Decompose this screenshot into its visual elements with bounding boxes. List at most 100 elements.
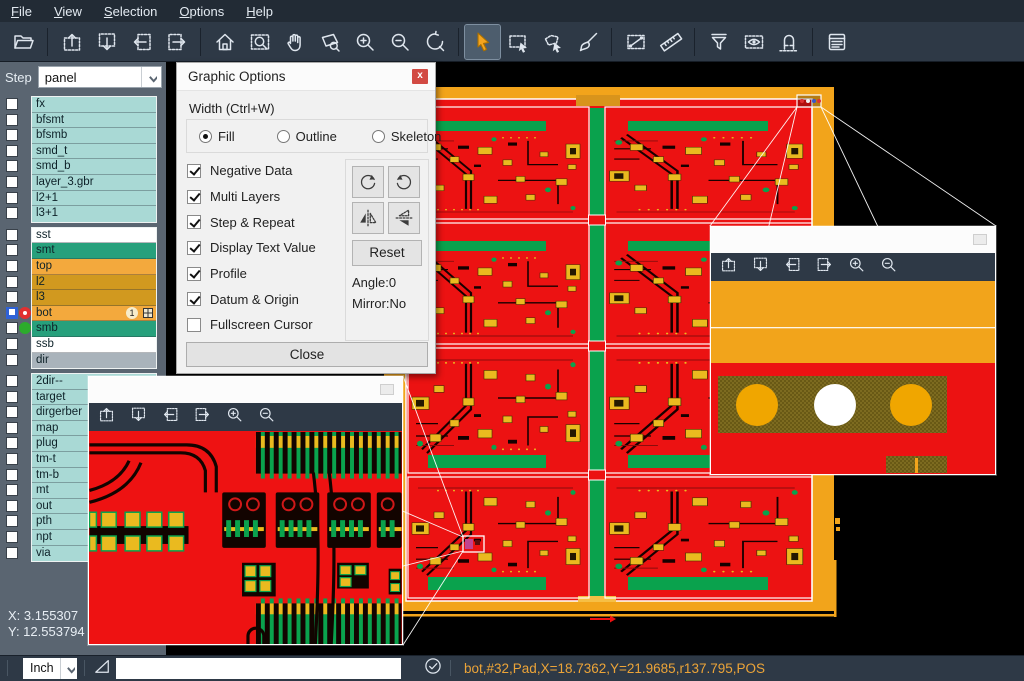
layer-row-l3+1[interactable]: l3+1 xyxy=(32,206,156,222)
layer-visibility-checkbox[interactable] xyxy=(6,406,18,418)
rotate-cw-button[interactable] xyxy=(352,166,384,198)
select-cursor-button[interactable] xyxy=(465,25,500,59)
brush-button[interactable] xyxy=(570,25,605,59)
report-button[interactable] xyxy=(819,25,854,59)
layer-row-fx[interactable]: fx xyxy=(32,97,156,113)
window-button-icon[interactable] xyxy=(380,384,394,395)
pan-right-button[interactable] xyxy=(159,25,194,59)
layer-row-dir[interactable]: dir xyxy=(32,353,156,369)
zoom-previous-button[interactable] xyxy=(417,25,452,59)
home-button[interactable] xyxy=(207,25,242,59)
menu-item-view[interactable]: View xyxy=(43,4,93,19)
pan-left-button[interactable] xyxy=(161,405,180,429)
layer-visibility-checkbox[interactable] xyxy=(6,531,18,543)
layer-visibility-checkbox[interactable] xyxy=(6,98,18,110)
layer-visibility-checkbox[interactable] xyxy=(6,276,18,288)
layer-visibility-checkbox[interactable] xyxy=(6,307,18,319)
dialog-title[interactable]: Graphic Options xyxy=(177,63,435,91)
magnifier-1-view[interactable] xyxy=(89,431,402,644)
layer-visibility-checkbox[interactable] xyxy=(6,354,18,366)
pan-left-button[interactable] xyxy=(124,25,159,59)
layer-visibility-checkbox[interactable] xyxy=(6,129,18,141)
layer-row-smb[interactable]: smb xyxy=(32,321,156,337)
layer-visibility-checkbox[interactable] xyxy=(6,192,18,204)
layer-row-layer_3.gbr[interactable]: layer_3.gbr xyxy=(32,175,156,191)
layer-visibility-checkbox[interactable] xyxy=(6,291,18,303)
rotate-ccw-button[interactable] xyxy=(388,166,420,198)
layer-visibility-checkbox[interactable] xyxy=(6,500,18,512)
zoom-out-button[interactable] xyxy=(879,255,898,279)
layer-visibility-checkbox[interactable] xyxy=(6,375,18,387)
menu-item-file[interactable]: File xyxy=(0,4,43,19)
layer-visibility-checkbox[interactable] xyxy=(6,484,18,496)
pan-down-button[interactable] xyxy=(129,405,148,429)
step-select[interactable]: panel xyxy=(38,66,162,88)
dialog-close-button[interactable]: x xyxy=(412,69,428,84)
radio-fill[interactable]: Fill xyxy=(199,129,235,144)
zoom-out-button[interactable] xyxy=(382,25,417,59)
select-rect-button[interactable] xyxy=(500,25,535,59)
zoom-area-button[interactable] xyxy=(242,25,277,59)
layer-visibility-checkbox[interactable] xyxy=(6,176,18,188)
pan-up-button[interactable] xyxy=(97,405,116,429)
zoom-in-button[interactable] xyxy=(847,255,866,279)
layer-visibility-checkbox[interactable] xyxy=(6,515,18,527)
pan-hand-button[interactable] xyxy=(277,25,312,59)
measure-diagonal-button[interactable] xyxy=(618,25,653,59)
layer-visibility-checkbox[interactable] xyxy=(6,453,18,465)
pan-left-button[interactable] xyxy=(783,255,802,279)
layer-visibility-checkbox[interactable] xyxy=(6,145,18,157)
mirror-vertical-button[interactable] xyxy=(388,202,420,234)
layer-visibility-checkbox[interactable] xyxy=(6,207,18,219)
select-polygon-button[interactable] xyxy=(535,25,570,59)
layer-visibility-checkbox[interactable] xyxy=(6,469,18,481)
angle-tool-icon[interactable] xyxy=(92,656,112,681)
menu-item-options[interactable]: Options xyxy=(168,4,235,19)
checkbox-profile[interactable]: Profile xyxy=(187,261,347,287)
radio-skeleton[interactable]: Skeleton xyxy=(372,129,442,144)
layer-row-sst[interactable]: sst xyxy=(32,228,156,244)
unit-select[interactable]: Inch xyxy=(23,658,77,679)
mirror-horizontal-button[interactable] xyxy=(352,202,384,234)
pan-up-button[interactable] xyxy=(54,25,89,59)
layer-visibility-checkbox[interactable] xyxy=(6,322,18,334)
checkbox-multi-layers[interactable]: Multi Layers xyxy=(187,184,347,210)
open-folder-button[interactable] xyxy=(6,25,41,59)
menu-item-selection[interactable]: Selection xyxy=(93,4,168,19)
zoom-out-button[interactable] xyxy=(257,405,276,429)
layer-row-bot[interactable]: bot1 xyxy=(32,306,156,322)
apply-icon[interactable] xyxy=(423,656,443,681)
layer-visibility-checkbox[interactable] xyxy=(6,160,18,172)
layer-row-smd_b[interactable]: smd_b xyxy=(32,159,156,175)
layer-visibility-checkbox[interactable] xyxy=(6,260,18,272)
layer-row-bfsmb[interactable]: bfsmb xyxy=(32,128,156,144)
layer-visibility-checkbox[interactable] xyxy=(6,244,18,256)
zoom-in-button[interactable] xyxy=(225,405,244,429)
checkbox-negative-data[interactable]: Negative Data xyxy=(187,158,347,184)
layer-row-l3[interactable]: l3 xyxy=(32,290,156,306)
command-input[interactable] xyxy=(116,658,401,679)
reset-button[interactable]: Reset xyxy=(352,240,422,266)
pan-down-button[interactable] xyxy=(751,255,770,279)
layer-row-l2[interactable]: l2 xyxy=(32,275,156,291)
layer-row-bfsmt[interactable]: bfsmt xyxy=(32,113,156,129)
layer-row-ssb[interactable]: ssb xyxy=(32,337,156,353)
ruler-button[interactable] xyxy=(653,25,688,59)
layer-row-top[interactable]: top xyxy=(32,259,156,275)
layer-row-smd_t[interactable]: smd_t xyxy=(32,144,156,160)
checkbox-datum-origin[interactable]: Datum & Origin xyxy=(187,286,347,312)
layer-visibility-checkbox[interactable] xyxy=(6,547,18,559)
pan-up-button[interactable] xyxy=(719,255,738,279)
layer-visibility-checkbox[interactable] xyxy=(6,338,18,350)
pan-right-button[interactable] xyxy=(193,405,212,429)
window-button-icon[interactable] xyxy=(973,234,987,245)
layer-visibility-checkbox[interactable] xyxy=(6,391,18,403)
close-button[interactable]: Close xyxy=(186,342,428,367)
zoom-polygon-button[interactable] xyxy=(312,25,347,59)
radio-outline[interactable]: Outline xyxy=(277,129,337,144)
snap-magnet-button[interactable] xyxy=(771,25,806,59)
layer-row-smt[interactable]: smt xyxy=(32,243,156,259)
checkbox-display-text-value[interactable]: Display Text Value xyxy=(187,235,347,261)
layer-visibility-checkbox[interactable] xyxy=(6,422,18,434)
magnifier-2-titlebar[interactable] xyxy=(711,227,995,253)
